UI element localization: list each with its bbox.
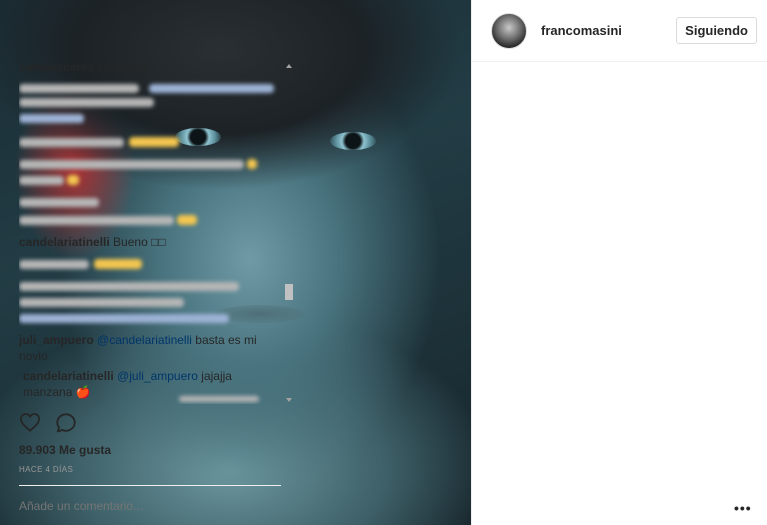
blurred-comment xyxy=(19,176,64,185)
username-link[interactable]: francomasini xyxy=(541,23,676,38)
blurred-emoji xyxy=(67,175,79,185)
scroll-down-arrow-icon[interactable] xyxy=(286,398,292,402)
blurred-emoji xyxy=(177,215,197,225)
blurred-comment xyxy=(19,260,89,269)
post-actions xyxy=(19,412,77,439)
instagram-post: francomasini Siguiendo camilacceres Nhah… xyxy=(0,0,767,525)
comment-partial: camilacceres Nhahaha xyxy=(19,62,146,75)
apple-emoji: 🍎 xyxy=(75,385,91,399)
blurred-comment xyxy=(19,314,229,323)
post-timestamp[interactable]: HACE 4 DÍAS xyxy=(19,465,73,474)
comment-username[interactable]: candelariatinelli xyxy=(19,235,110,249)
blurred-comment xyxy=(19,98,154,107)
divider xyxy=(19,485,281,486)
comment-text: novio xyxy=(19,349,48,363)
comment-text: basta es mi xyxy=(191,333,257,347)
scroll-thumb[interactable] xyxy=(285,284,293,300)
comment-text: jajajja xyxy=(197,369,232,383)
post-sidebar: francomasini Siguiendo xyxy=(471,0,767,525)
comment-text: Nhahaha xyxy=(97,62,147,74)
heart-icon[interactable] xyxy=(19,412,41,439)
comments-scrollbar[interactable] xyxy=(284,62,294,404)
blurred-emoji xyxy=(94,259,142,269)
post-header: francomasini Siguiendo xyxy=(472,0,767,62)
blurred-comment xyxy=(19,84,139,93)
scroll-up-arrow-icon[interactable] xyxy=(286,64,292,68)
blurred-comment xyxy=(19,216,174,225)
comments-list[interactable]: camilacceres Nhahaha candelariatinelli B… xyxy=(19,62,281,404)
blurred-comment xyxy=(19,298,184,307)
comment-mention[interactable]: @juli_ampuero xyxy=(117,369,198,383)
likes-count[interactable]: 89.903 Me gusta xyxy=(19,443,111,457)
following-button[interactable]: Siguiendo xyxy=(676,17,757,44)
comment-icon[interactable] xyxy=(55,412,77,439)
blurred-comment xyxy=(19,198,99,207)
comment-text: Bueno xyxy=(113,235,148,249)
comment-input[interactable] xyxy=(19,499,239,513)
blurred-emoji xyxy=(129,137,179,147)
photo-right-eye xyxy=(330,132,376,150)
blurred-emoji xyxy=(247,159,257,169)
avatar[interactable] xyxy=(491,12,527,49)
comment-username[interactable]: camilacceres xyxy=(19,62,94,74)
blurred-comment xyxy=(19,282,239,291)
comment-username[interactable]: candelariatinelli xyxy=(23,369,114,383)
blurred-comment xyxy=(19,160,244,169)
blurred-comment xyxy=(149,84,274,93)
blurred-comment xyxy=(19,138,124,147)
comment-mention[interactable]: @candelariatinelli xyxy=(97,333,192,347)
blurred-comment xyxy=(179,396,259,402)
blurred-comment xyxy=(19,114,84,123)
comment-emoji: □□ xyxy=(151,235,166,249)
comment-username[interactable]: juli_ampuero xyxy=(19,333,94,347)
comment: candelariatinelli Bueno □□ xyxy=(19,234,166,250)
comment: juli_ampuero @candelariatinelli basta es… xyxy=(19,332,281,364)
comment-text: manzana xyxy=(23,385,73,399)
more-options-icon[interactable]: ••• xyxy=(734,500,752,516)
